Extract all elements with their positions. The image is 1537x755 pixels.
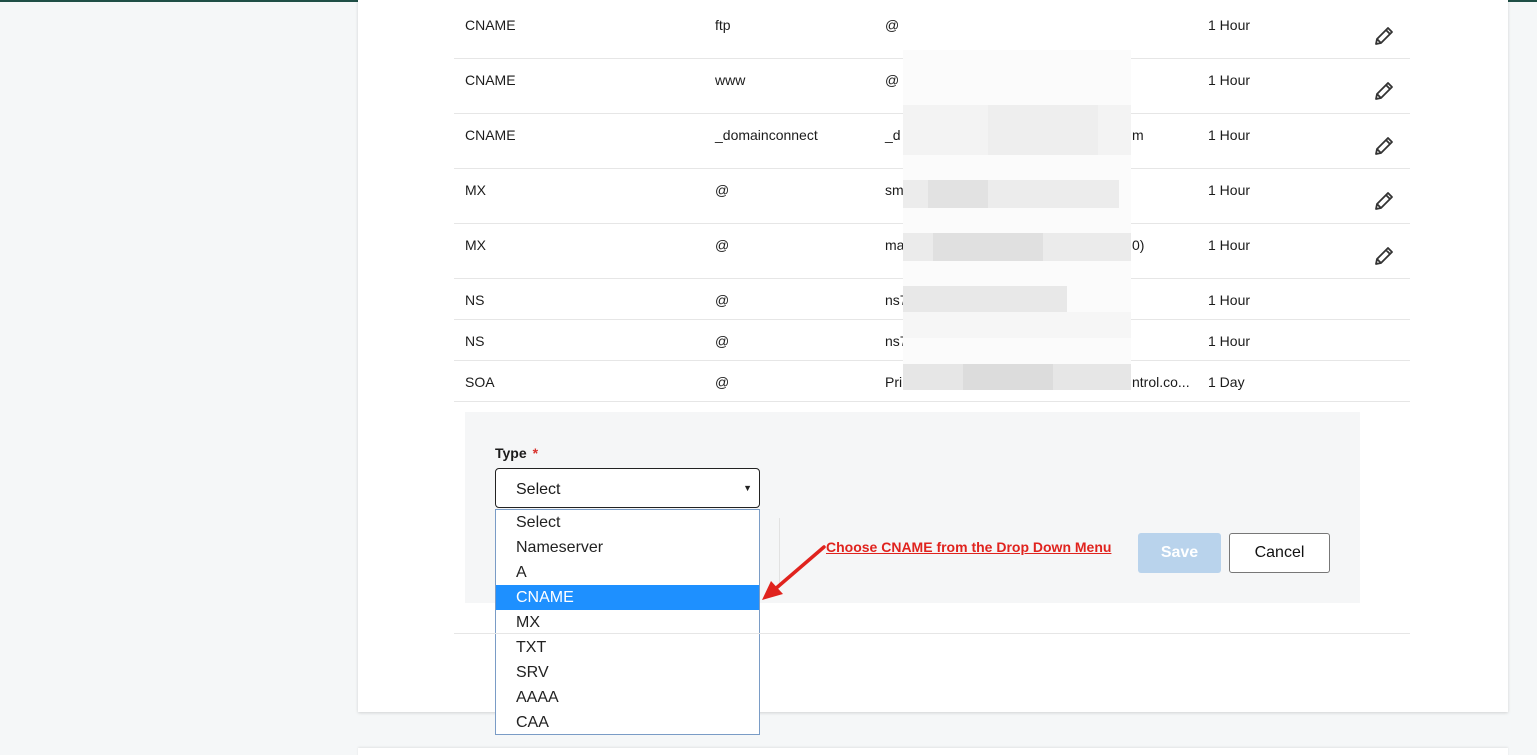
pencil-icon[interactable] (1372, 79, 1396, 103)
option-srv[interactable]: SRV (496, 660, 759, 685)
record-value: Pri (885, 374, 903, 390)
record-name: _domainconnect (715, 127, 818, 143)
record-ttl: 1 Hour (1208, 237, 1251, 253)
record-type: SOA (465, 374, 495, 390)
record-value: @ (885, 17, 900, 33)
type-select-value: Select (516, 481, 561, 498)
record-name: @ (715, 374, 730, 390)
pencil-icon[interactable] (1372, 244, 1396, 268)
save-button[interactable]: Save (1138, 533, 1221, 573)
pencil-icon[interactable] (1372, 134, 1396, 158)
next-card (358, 748, 1508, 755)
record-value: _d (885, 127, 901, 143)
record-value: @ (885, 72, 900, 88)
option-caa[interactable]: CAA (496, 710, 759, 735)
option-select[interactable]: Select (496, 510, 759, 535)
caret-down-icon: ▼ (743, 483, 752, 493)
record-type: CNAME (465, 72, 516, 88)
record-ttl: 1 Hour (1208, 17, 1251, 33)
record-ttl: 1 Day (1208, 374, 1245, 390)
redacted-values-blur (903, 50, 1131, 390)
record-value: sm (885, 182, 904, 198)
record-type: CNAME (465, 17, 516, 33)
cancel-button[interactable]: Cancel (1229, 533, 1330, 573)
record-value-tail: 0) (1132, 237, 1145, 253)
record-ttl: 1 Hour (1208, 72, 1251, 88)
type-select[interactable]: Select ▼ (495, 468, 760, 508)
pencil-icon[interactable] (1372, 189, 1396, 213)
record-value: ma (885, 237, 905, 253)
record-ttl: 1 Hour (1208, 127, 1251, 143)
option-aaaa[interactable]: AAAA (496, 685, 759, 710)
required-mark: * (532, 445, 539, 461)
record-value-tail: ntrol.co... (1132, 374, 1190, 390)
type-label-text: Type (495, 445, 527, 461)
record-ttl: 1 Hour (1208, 182, 1251, 198)
option-a[interactable]: A (496, 560, 759, 585)
record-name: @ (715, 292, 730, 308)
red-arrow-icon (762, 545, 826, 600)
record-name: @ (715, 333, 730, 349)
record-type: NS (465, 292, 485, 308)
option-cname[interactable]: CNAME (496, 585, 759, 610)
divider (454, 633, 1410, 634)
type-dropdown-list: Select Nameserver A CNAME MX TXT SRV AAA… (495, 509, 760, 735)
record-name: ftp (715, 17, 731, 33)
option-mx[interactable]: MX (496, 610, 759, 635)
option-nameserver[interactable]: Nameserver (496, 535, 759, 560)
record-ttl: 1 Hour (1208, 333, 1251, 349)
record-type: MX (465, 182, 486, 198)
record-ttl: 1 Hour (1208, 292, 1251, 308)
option-txt[interactable]: TXT (496, 635, 759, 660)
record-name: @ (715, 237, 730, 253)
record-type: CNAME (465, 127, 516, 143)
record-type: MX (465, 237, 486, 253)
pencil-icon[interactable] (1372, 24, 1396, 48)
annotation-text: Choose CNAME from the Drop Down Menu (826, 539, 1112, 555)
record-name: www (715, 72, 746, 88)
record-name: @ (715, 182, 730, 198)
type-field-label: Type * (495, 445, 538, 461)
record-type: NS (465, 333, 485, 349)
record-value-tail: m (1132, 127, 1144, 143)
